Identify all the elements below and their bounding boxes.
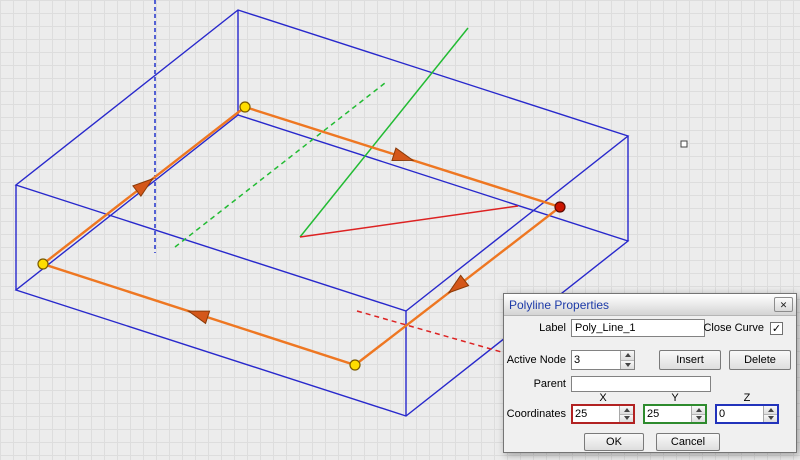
- cancel-button[interactable]: Cancel: [656, 433, 720, 451]
- spin-down-icon: [768, 416, 774, 420]
- close-curve-checkbox[interactable]: ✓: [770, 322, 783, 335]
- active-node-caption: Active Node: [504, 354, 566, 366]
- coord-z-spin-buttons: [763, 406, 777, 422]
- coord-z-wrap: [715, 404, 779, 424]
- spin-up-icon: [624, 408, 630, 412]
- x-axis: [300, 206, 518, 237]
- column-header-z: Z: [715, 392, 779, 404]
- polyline-properties-dialog: Polyline Properties ✕ Label Close Curve …: [503, 293, 797, 453]
- close-button[interactable]: ✕: [774, 297, 793, 312]
- check-icon: ✓: [772, 323, 781, 335]
- ok-button[interactable]: OK: [584, 433, 644, 451]
- active-node-spin-buttons: [620, 351, 634, 369]
- spin-down-button[interactable]: [764, 415, 777, 423]
- active-node-input[interactable]: [572, 351, 620, 369]
- spin-down-button[interactable]: [620, 415, 633, 423]
- parent-field[interactable]: [571, 376, 711, 392]
- polyline-node[interactable]: [38, 259, 48, 269]
- x-axis-dashed: [357, 311, 512, 355]
- active-node-spinner: [571, 350, 635, 370]
- coord-x-spin-buttons: [619, 406, 633, 422]
- close-curve-caption: Close Curve: [700, 322, 764, 334]
- spin-down-icon: [624, 416, 630, 420]
- column-header-y: Y: [643, 392, 707, 404]
- spin-up-button[interactable]: [764, 406, 777, 415]
- direction-arrow[interactable]: [189, 311, 210, 323]
- spin-up-button[interactable]: [692, 406, 705, 415]
- y-axis-dashed: [175, 83, 385, 247]
- coord-y-input[interactable]: [645, 406, 691, 422]
- dialog-body: Label Close Curve ✓ Active Node Insert D…: [504, 316, 796, 452]
- coord-z-input[interactable]: [717, 406, 763, 422]
- dialog-title: Polyline Properties: [509, 298, 609, 312]
- coord-x-wrap: [571, 404, 635, 424]
- polyline-node[interactable]: [240, 102, 250, 112]
- direction-arrow[interactable]: [133, 179, 153, 196]
- spin-down-icon: [696, 416, 702, 420]
- coord-y-wrap: [643, 404, 707, 424]
- dialog-titlebar[interactable]: Polyline Properties ✕: [504, 294, 796, 316]
- label-input[interactable]: [571, 319, 705, 337]
- spin-up-icon: [625, 353, 631, 357]
- direction-arrow[interactable]: [449, 275, 469, 292]
- spin-down-icon: [625, 363, 631, 367]
- bounding-box-top-face[interactable]: [16, 10, 628, 311]
- coordinates-caption: Coordinates: [504, 408, 566, 420]
- active-node[interactable]: [555, 202, 565, 212]
- column-header-x: X: [571, 392, 635, 404]
- spin-up-button[interactable]: [620, 406, 633, 415]
- close-icon: ✕: [780, 300, 788, 310]
- spin-up-icon: [696, 408, 702, 412]
- label-caption: Label: [504, 322, 566, 334]
- polyline-node[interactable]: [350, 360, 360, 370]
- insert-button[interactable]: Insert: [659, 350, 721, 370]
- spin-up-button[interactable]: [621, 351, 634, 361]
- delete-button[interactable]: Delete: [729, 350, 791, 370]
- direction-arrow[interactable]: [392, 148, 413, 160]
- coord-y-spin-buttons: [691, 406, 705, 422]
- spin-up-icon: [768, 408, 774, 412]
- parent-caption: Parent: [504, 378, 566, 390]
- vertex-marker[interactable]: [681, 141, 687, 147]
- viewport[interactable]: Polyline Properties ✕ Label Close Curve …: [0, 0, 800, 460]
- spin-down-button[interactable]: [692, 415, 705, 423]
- coord-x-input[interactable]: [573, 406, 619, 422]
- spin-down-button[interactable]: [621, 361, 634, 370]
